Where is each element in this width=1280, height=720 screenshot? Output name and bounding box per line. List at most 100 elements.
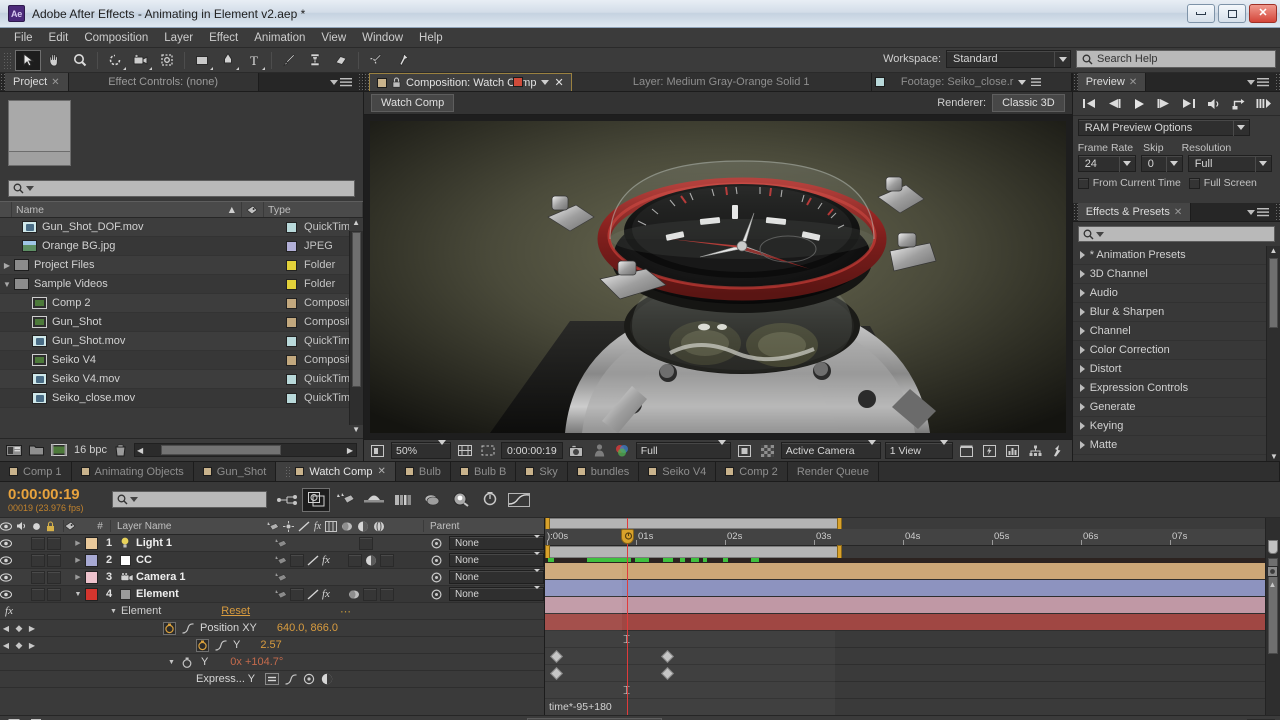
item-label-swatch[interactable] — [286, 374, 297, 385]
menu-layer[interactable]: Layer — [156, 30, 201, 46]
collapse-toggle[interactable] — [290, 554, 304, 567]
3d-layer-toggle[interactable] — [380, 554, 394, 567]
next-frame-icon[interactable] — [1154, 95, 1174, 113]
menu-view[interactable]: View — [313, 30, 354, 46]
project-items-list[interactable]: Gun_Shot_DOF.mov QuickTime Orange BG.jpg… — [0, 218, 363, 438]
camera-tool[interactable] — [128, 50, 154, 71]
from-current-time-checkbox[interactable] — [1078, 178, 1089, 189]
disclosure-triangle-expanded[interactable]: ▼ — [110, 608, 117, 615]
item-label-swatch[interactable] — [286, 241, 297, 252]
tab-render-queue[interactable]: Render Queue — [788, 462, 879, 481]
list-item[interactable]: Audio — [1073, 284, 1280, 303]
menu-effect[interactable]: Effect — [201, 30, 246, 46]
list-item[interactable]: ▶ Project Files Folder — [0, 256, 363, 275]
parent-pick-whip[interactable] — [431, 538, 449, 549]
menu-animation[interactable]: Animation — [246, 30, 313, 46]
effects-panel-menu-button[interactable] — [1241, 203, 1275, 221]
full-screen-checkbox[interactable] — [1189, 178, 1200, 189]
list-item[interactable]: Generate — [1073, 398, 1280, 417]
scroll-up-arrow-small[interactable]: ▲ — [1267, 580, 1278, 590]
comp-name-chip[interactable]: Watch Comp — [371, 94, 454, 112]
current-time-indicator-handle[interactable] — [621, 529, 634, 544]
always-preview-icon[interactable] — [368, 442, 387, 459]
parent-pick-whip[interactable] — [431, 555, 449, 566]
solo-toggle[interactable] — [31, 554, 45, 567]
sort-ascending-icon[interactable]: ▲ — [227, 204, 237, 216]
previous-frame-icon[interactable] — [1104, 95, 1124, 113]
timeline-button-icon[interactable] — [1003, 442, 1022, 459]
tab-bundles[interactable]: bundles — [568, 462, 640, 481]
video-toggle[interactable] — [0, 573, 16, 582]
collapse-toggle[interactable] — [290, 588, 304, 601]
tab-composition-watch-comp[interactable]: Composition: Watch Comp ✕ — [369, 73, 572, 91]
motion-blur-toggle[interactable] — [359, 537, 373, 550]
enable-motion-blur-icon[interactable] — [389, 488, 417, 512]
item-label-swatch[interactable] — [286, 336, 297, 347]
property-value[interactable]: 0x +104.7° — [230, 656, 283, 668]
tab-comp-2[interactable]: Comp 2 — [716, 462, 788, 481]
property-value[interactable]: 640.0, 866.0 — [277, 622, 338, 634]
close-button[interactable]: ✕ — [1249, 4, 1277, 23]
tab-gun-shot[interactable]: Gun_Shot — [194, 462, 277, 481]
project-vertical-scrollbar[interactable] — [349, 218, 363, 438]
motion-blur-toggle[interactable] — [348, 554, 362, 567]
tab-animating-objects[interactable]: Animating Objects — [72, 462, 194, 481]
graph-editor-icon[interactable] — [505, 488, 533, 512]
loop-icon[interactable] — [1229, 95, 1249, 113]
list-item[interactable]: Keying — [1073, 417, 1280, 436]
effects-search-input[interactable] — [1078, 226, 1275, 242]
solo-toggle[interactable] — [31, 588, 45, 601]
panel-grip-right[interactable] — [1275, 203, 1280, 221]
list-item[interactable]: Color Correction — [1073, 341, 1280, 360]
play-icon[interactable] — [1129, 95, 1149, 113]
workspace-dropdown[interactable]: Standard — [946, 50, 1071, 68]
list-item[interactable]: Gun_Shot Compositio — [0, 313, 363, 332]
previous-keyframe-icon[interactable]: ◀ — [0, 624, 12, 633]
new-comp-icon[interactable] — [6, 444, 22, 457]
item-label-swatch[interactable] — [286, 279, 297, 290]
lock-toggle[interactable] — [47, 588, 61, 601]
list-item[interactable]: Seiko V4.mov QuickTime — [0, 370, 363, 389]
tab-project[interactable]: Project ✕ — [5, 73, 69, 91]
disclosure-triangle-collapsed[interactable]: ▶ — [71, 573, 85, 581]
close-icon[interactable]: ✕ — [554, 76, 563, 89]
frame-rate-dropdown[interactable]: 24 — [1078, 155, 1136, 172]
timeline-search-input[interactable] — [112, 491, 267, 508]
shy-toggle[interactable] — [275, 555, 287, 566]
scrollbar-thumb[interactable] — [352, 232, 361, 387]
layer-color-swatch[interactable] — [85, 588, 98, 601]
panel-grip-right[interactable] — [1275, 73, 1280, 91]
list-item[interactable]: Seiko_close.mov QuickTime — [0, 389, 363, 408]
property-row-position[interactable]: ◀ ◆ ▶ Position XY 640.0, 866.0 — [0, 620, 544, 637]
effects-category-list[interactable]: * Animation Presets 3D Channel Audio Blu… — [1073, 246, 1280, 461]
disclosure-triangle-expanded[interactable]: ▼ — [0, 280, 14, 289]
table-row[interactable]: ▶ 3 Camera 1 — [0, 569, 544, 586]
stopwatch-icon[interactable] — [196, 639, 209, 652]
enable-frame-blending-icon[interactable] — [360, 488, 388, 512]
show-snapshot-icon[interactable] — [590, 442, 609, 459]
property-value[interactable]: 2.57 — [260, 639, 281, 651]
tab-watch-comp[interactable]: Watch Comp ✕ — [276, 462, 396, 481]
solo-toggle[interactable] — [31, 571, 45, 584]
table-row[interactable]: ▼ 4 Element fx — [0, 586, 544, 603]
layer-name[interactable]: Camera 1 — [136, 571, 186, 583]
scroll-down-arrow[interactable]: ▼ — [1267, 452, 1280, 461]
layer-color-swatch[interactable] — [85, 571, 98, 584]
hide-shy-layers-icon[interactable] — [331, 488, 359, 512]
skip-dropdown[interactable]: 0 — [1141, 155, 1183, 172]
table-row[interactable]: ▶ 2 CC fx — [0, 552, 544, 569]
table-row[interactable]: ▶ 1 Light 1 — [0, 535, 544, 552]
tab-layer-medium-gray-orange-solid-1[interactable]: Layer: Medium Gray-Orange Solid 1 — [572, 73, 872, 91]
project-horizontal-scrollbar[interactable]: ◀ ▶ — [134, 443, 357, 457]
show-channel-icon[interactable] — [613, 442, 632, 459]
tab-bulb[interactable]: Bulb — [396, 462, 451, 481]
parent-pick-whip[interactable] — [431, 572, 449, 583]
renderer-button[interactable]: Classic 3D — [992, 94, 1065, 112]
reset-link[interactable]: Reset — [221, 605, 250, 617]
eraser-tool[interactable] — [328, 50, 354, 71]
resolution-dropdown[interactable]: Full — [636, 442, 731, 459]
list-item[interactable]: Matte — [1073, 436, 1280, 455]
current-time-display[interactable]: 0:00:00:19 00019 (23.976 fps) — [0, 486, 112, 513]
parent-dropdown[interactable]: None — [449, 570, 544, 584]
puppet-pin-tool[interactable] — [389, 50, 415, 71]
